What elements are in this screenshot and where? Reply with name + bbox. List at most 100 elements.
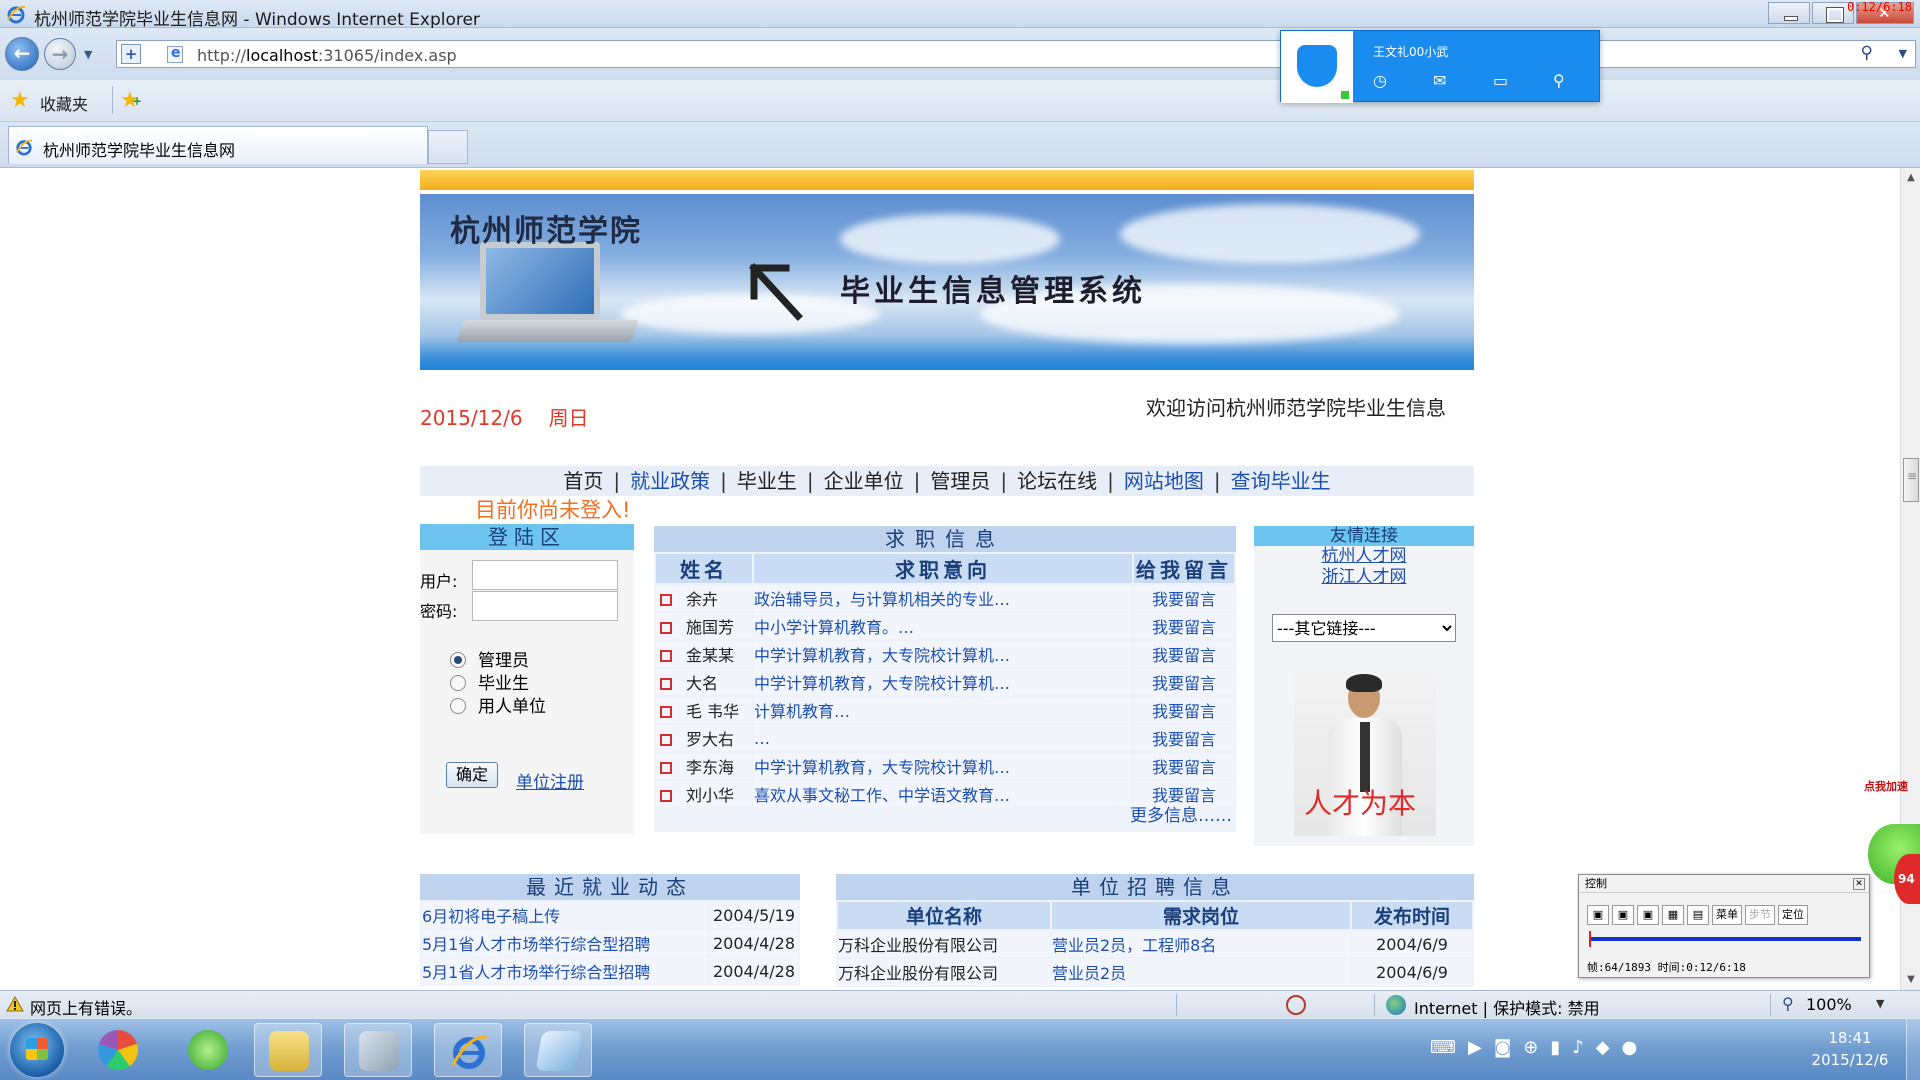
job-intent-cell[interactable]: 中小学计算机教育。… bbox=[754, 613, 1132, 639]
address-url[interactable]: http://localhost:31065/index.asp bbox=[197, 46, 457, 65]
taskbar-app-ie[interactable] bbox=[434, 1023, 502, 1077]
qq-mail-icon[interactable]: ✉ bbox=[1433, 71, 1493, 90]
friend-link-hangzhou[interactable]: 杭州人才网 bbox=[1254, 546, 1474, 567]
zoom-level[interactable]: 100% bbox=[1806, 995, 1852, 1014]
checkbox-icon[interactable] bbox=[660, 762, 672, 774]
rec-locate-button[interactable]: 定位 bbox=[1778, 905, 1808, 925]
forward-button[interactable]: → bbox=[44, 38, 76, 70]
recording-progress[interactable] bbox=[1589, 931, 1861, 947]
play-icon[interactable]: ▶ bbox=[1468, 1037, 1482, 1058]
minimize-button[interactable] bbox=[1768, 2, 1810, 24]
recruit-company[interactable]: 万科企业股份有限公司 bbox=[838, 959, 1050, 985]
taskbar-app-refresh[interactable] bbox=[174, 1023, 242, 1077]
zone-text[interactable]: Internet | 保护模式: 禁用 bbox=[1414, 995, 1600, 1019]
nav-item-4[interactable]: 管理员 bbox=[930, 469, 990, 493]
scroll-down-icon[interactable]: ▼ bbox=[1901, 970, 1920, 990]
nav-item-6[interactable]: 网站地图 bbox=[1124, 469, 1204, 493]
plus-icon[interactable]: ⊕ bbox=[1523, 1037, 1538, 1058]
more-jobs-link[interactable]: 更多信息…… bbox=[1130, 801, 1232, 826]
zoom-dropdown-icon[interactable]: ▼ bbox=[1876, 997, 1884, 1010]
recruit-company[interactable]: 万科企业股份有限公司 bbox=[838, 931, 1050, 957]
radio-graduate[interactable] bbox=[450, 675, 466, 691]
network-icon[interactable]: ▮ bbox=[1550, 1037, 1560, 1058]
job-intent-cell[interactable]: … bbox=[754, 725, 1132, 751]
taskbar-app-tools[interactable] bbox=[344, 1023, 412, 1077]
job-intent-cell[interactable]: 计算机教育… bbox=[754, 697, 1132, 723]
taskbar-clock[interactable]: 18:41 2015/12/6 bbox=[1800, 1027, 1900, 1071]
nav-item-5[interactable]: 论坛在线 bbox=[1017, 469, 1097, 493]
tray-app-icon[interactable]: ◆ bbox=[1596, 1037, 1610, 1058]
job-intent-cell[interactable]: 中学计算机教育，大专院校计算机… bbox=[754, 669, 1132, 695]
leave-message-link[interactable]: 我要留言 bbox=[1134, 753, 1234, 779]
nav-item-3[interactable]: 企业单位 bbox=[824, 469, 904, 493]
checkbox-icon[interactable] bbox=[660, 790, 672, 802]
leave-message-link[interactable]: 我要留言 bbox=[1134, 697, 1234, 723]
job-intent-cell[interactable]: 政治辅导员，与计算机相关的专业… bbox=[754, 585, 1132, 611]
qq-search-icon[interactable]: ⚲ bbox=[1553, 71, 1613, 90]
security-icon[interactable] bbox=[1286, 995, 1306, 1015]
speedup-value[interactable]: 94 bbox=[1894, 854, 1920, 904]
leave-message-link[interactable]: 我要留言 bbox=[1134, 613, 1234, 639]
friend-link-zhejiang[interactable]: 浙江人才网 bbox=[1254, 567, 1474, 588]
leave-message-link[interactable]: 我要留言 bbox=[1134, 641, 1234, 667]
taskbar-app-notebook[interactable] bbox=[524, 1023, 592, 1077]
news-title-link[interactable]: 6月初将电子稿上传 bbox=[422, 902, 708, 928]
radio-admin[interactable] bbox=[450, 652, 466, 668]
nav-item-7[interactable]: 查询毕业生 bbox=[1231, 469, 1331, 493]
qq-calendar-icon[interactable]: ▭ bbox=[1493, 71, 1553, 90]
scroll-up-icon[interactable]: ▲ bbox=[1901, 168, 1920, 188]
leave-message-link[interactable]: 我要留言 bbox=[1134, 669, 1234, 695]
job-intent-cell[interactable]: 中学计算机教育，大专院校计算机… bbox=[754, 641, 1132, 667]
qq-clock-icon[interactable]: ◷ bbox=[1373, 71, 1433, 90]
job-intent-cell[interactable]: 中学计算机教育，大专院校计算机… bbox=[754, 753, 1132, 779]
add-to-favorites-bar-icon[interactable]: ★ bbox=[120, 88, 142, 113]
recruit-post[interactable]: 营业员2员，工程师8名 bbox=[1052, 931, 1350, 957]
show-desktop-button[interactable] bbox=[1906, 1019, 1920, 1080]
checkbox-icon[interactable] bbox=[660, 622, 672, 634]
nav-item-1[interactable]: 就业政策 bbox=[630, 469, 710, 493]
leave-message-link[interactable]: 我要留言 bbox=[1134, 725, 1234, 751]
role-admin[interactable]: 管理员 bbox=[450, 646, 529, 671]
recording-close-icon[interactable]: ✕ bbox=[1853, 878, 1865, 890]
role-employer[interactable]: 用人单位 bbox=[450, 692, 546, 717]
camera-icon[interactable]: ◙ bbox=[1494, 1037, 1511, 1058]
rec-btn-2-icon[interactable]: ▣ bbox=[1612, 905, 1634, 925]
keyboard-icon[interactable]: ⌨ bbox=[1430, 1037, 1456, 1058]
taskbar-app-explorer[interactable] bbox=[254, 1023, 322, 1077]
taskbar-app-picasa[interactable] bbox=[84, 1023, 152, 1077]
recent-pages-dropdown-icon[interactable]: ▼ bbox=[84, 48, 92, 61]
page-error-text[interactable]: 网页上有错误。 bbox=[30, 995, 142, 1019]
favorites-star-icon[interactable]: ★ bbox=[10, 88, 30, 113]
checkbox-icon[interactable] bbox=[660, 594, 672, 606]
role-graduate[interactable]: 毕业生 bbox=[450, 669, 529, 694]
password-input[interactable] bbox=[472, 591, 618, 621]
checkbox-icon[interactable] bbox=[660, 734, 672, 746]
start-button[interactable] bbox=[10, 1023, 64, 1077]
checkbox-icon[interactable] bbox=[660, 650, 672, 662]
warning-icon[interactable] bbox=[6, 996, 24, 1012]
rec-btn-5-icon[interactable]: ▤ bbox=[1687, 905, 1709, 925]
address-bar[interactable]: + http://localhost:31065/index.asp ⚲ ▼ bbox=[116, 40, 1916, 68]
rec-btn-1-icon[interactable]: ▣ bbox=[1587, 905, 1609, 925]
speedup-label[interactable]: 点我加速 bbox=[1864, 778, 1920, 794]
news-title-link[interactable]: 5月1省人才市场举行综合型招聘 bbox=[422, 930, 708, 956]
rec-step-button[interactable]: 步节 bbox=[1745, 905, 1775, 925]
register-company-link[interactable]: 单位注册 bbox=[516, 768, 584, 793]
scroll-thumb[interactable] bbox=[1903, 458, 1919, 502]
compat-add-icon[interactable]: + bbox=[121, 44, 141, 64]
leave-message-link[interactable]: 我要留言 bbox=[1134, 585, 1234, 611]
volume-icon[interactable]: ♪ bbox=[1572, 1037, 1584, 1058]
qq-tray-icon[interactable]: ● bbox=[1622, 1037, 1638, 1058]
rec-menu-button[interactable]: 菜单 bbox=[1712, 905, 1742, 925]
news-title-link[interactable]: 5月1省人才市场举行综合型招聘 bbox=[422, 958, 708, 984]
nav-item-0[interactable]: 首页 bbox=[563, 469, 603, 493]
qq-popup[interactable]: 王文礼00小武 ◷ ✉ ▭ ⚲ bbox=[1280, 30, 1600, 103]
search-icon[interactable]: ⚲ bbox=[1861, 43, 1873, 63]
recruit-post[interactable]: 营业员2员 bbox=[1052, 959, 1350, 985]
rec-btn-4-icon[interactable]: ▦ bbox=[1662, 905, 1684, 925]
nav-item-2[interactable]: 毕业生 bbox=[737, 469, 797, 493]
back-button[interactable]: ← bbox=[5, 37, 39, 71]
rec-btn-3-icon[interactable]: ▣ bbox=[1637, 905, 1659, 925]
other-links-select[interactable]: ---其它链接--- bbox=[1272, 614, 1456, 642]
job-intent-cell[interactable]: 喜欢从事文秘工作、中学语文教育… bbox=[754, 781, 1132, 807]
